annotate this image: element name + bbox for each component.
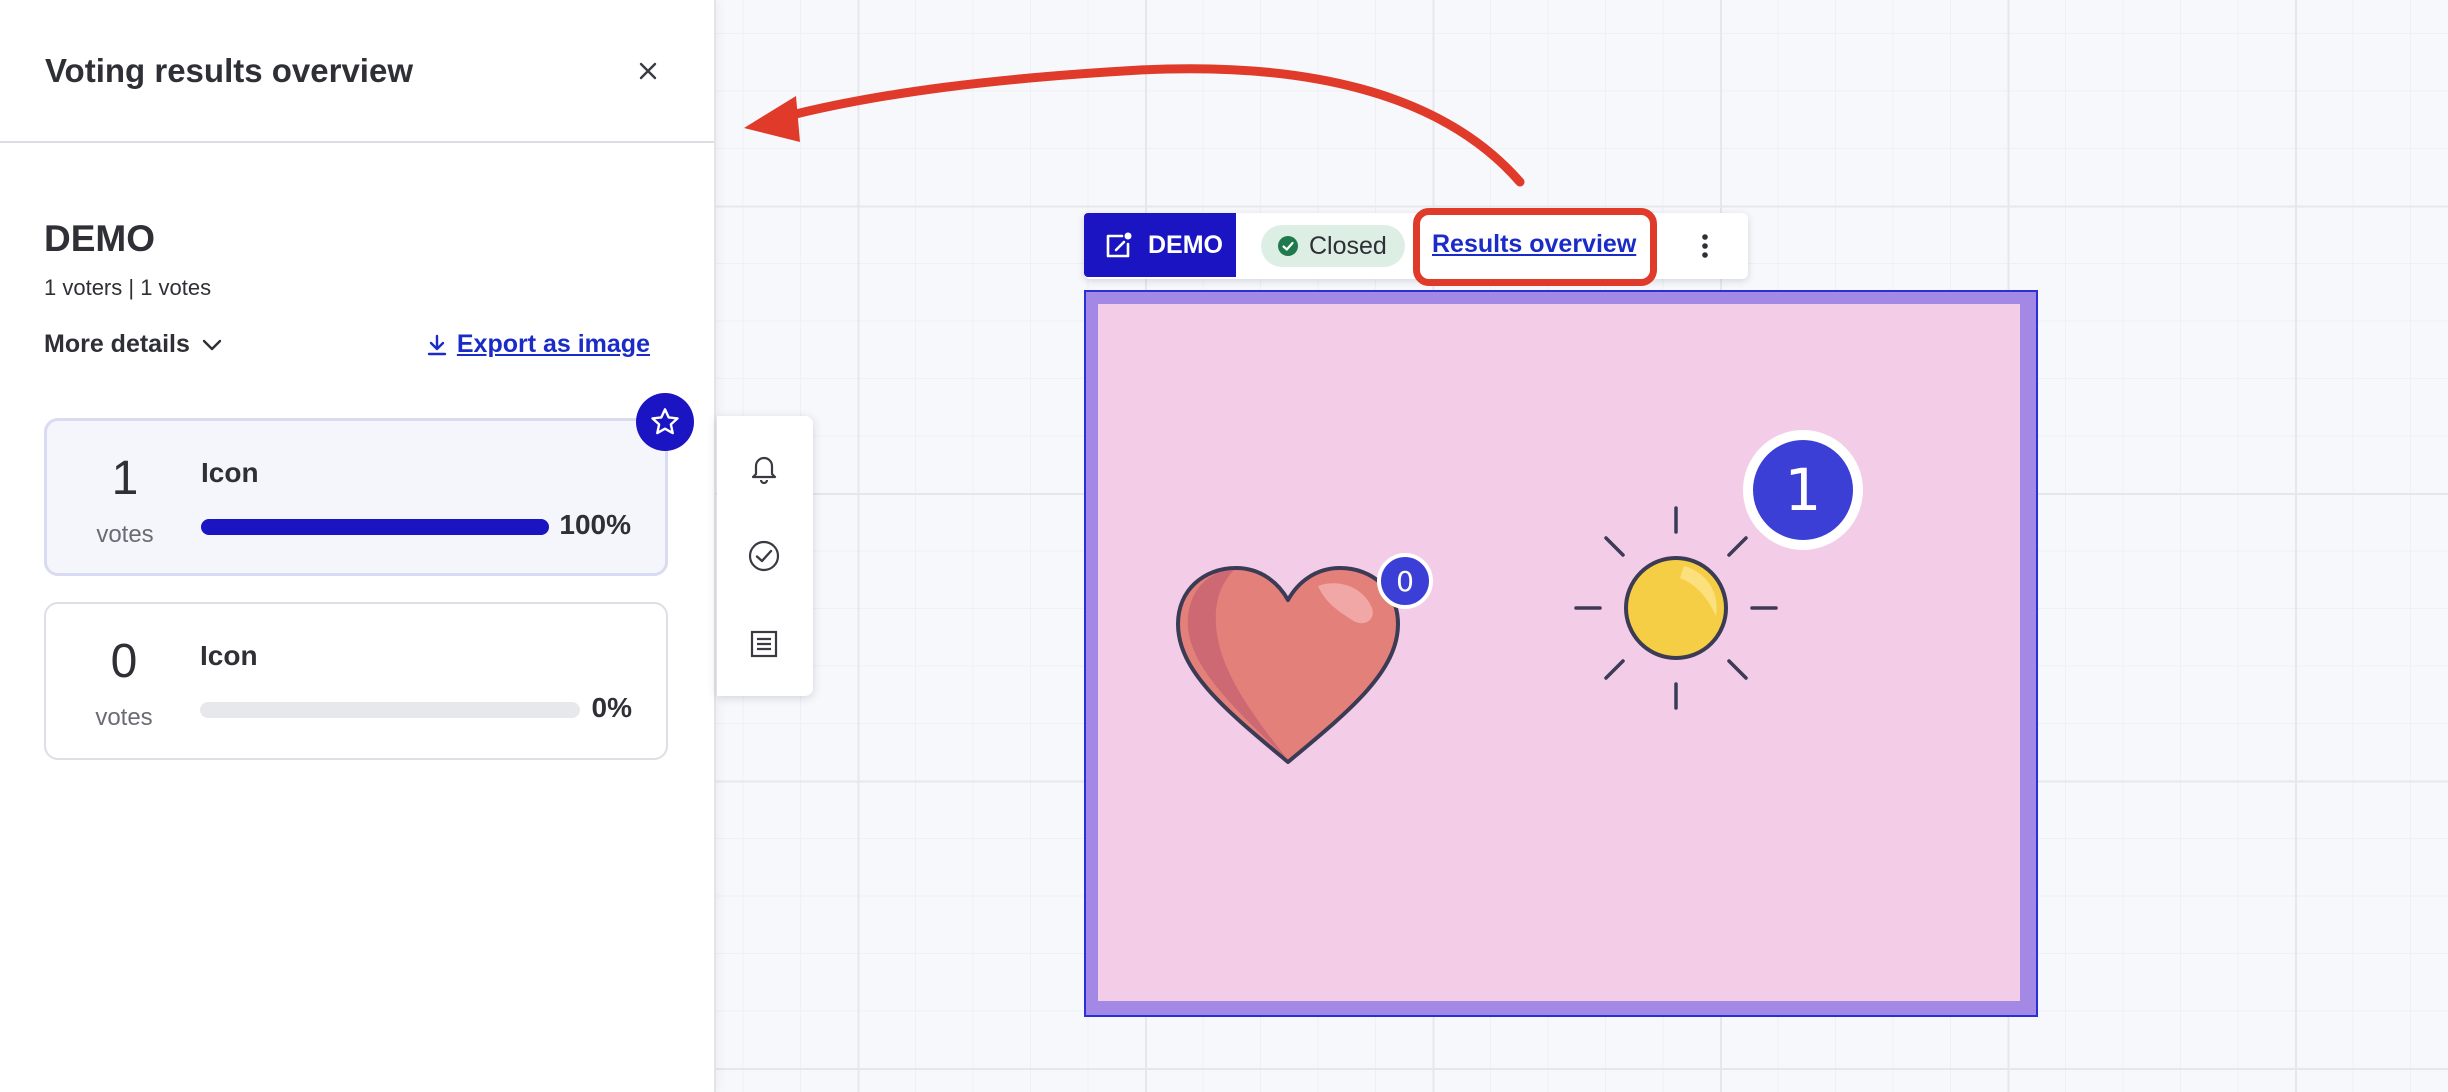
result-votes-label: votes bbox=[96, 521, 154, 548]
frame-name-tag[interactable]: DEMO bbox=[1084, 213, 1236, 277]
result-progress-bar bbox=[201, 519, 549, 535]
voting-results-panel: Voting results overview DEMO 1 voters | … bbox=[0, 0, 716, 1092]
result-progress-fill bbox=[201, 519, 549, 535]
vote-count-badge: 0 bbox=[1377, 553, 1433, 609]
close-icon bbox=[639, 62, 657, 79]
export-as-image-link[interactable]: Export as image bbox=[427, 330, 650, 359]
chevron-down-icon bbox=[202, 339, 222, 350]
result-progress-bar bbox=[200, 702, 580, 718]
result-votes-label: votes bbox=[95, 704, 153, 731]
close-button[interactable] bbox=[626, 49, 670, 93]
result-card[interactable]: 0 votes Icon 0% bbox=[44, 602, 668, 760]
bell-icon bbox=[751, 456, 777, 484]
board-name: DEMO bbox=[44, 218, 155, 259]
export-label: Export as image bbox=[456, 330, 650, 358]
status-label: Closed bbox=[1309, 231, 1387, 260]
heart-icon[interactable] bbox=[1168, 562, 1408, 772]
check-circle-icon bbox=[748, 540, 780, 572]
notes-icon bbox=[750, 630, 778, 658]
result-label: Icon bbox=[200, 640, 258, 671]
more-vertical-icon bbox=[1702, 234, 1708, 258]
annotation-highlight-box bbox=[1413, 208, 1657, 286]
download-icon bbox=[427, 334, 447, 355]
panel-header: Voting results overview bbox=[0, 0, 714, 143]
vote-count-badge: 1 bbox=[1743, 430, 1863, 550]
vote-stats: 1 voters | 1 votes bbox=[44, 275, 212, 300]
voting-complete-button[interactable] bbox=[739, 531, 789, 581]
winner-star-badge bbox=[636, 393, 694, 451]
panel-title: Voting results overview bbox=[45, 51, 413, 89]
notes-button[interactable] bbox=[739, 619, 789, 669]
result-label: Icon bbox=[201, 457, 259, 488]
result-percent: 0% bbox=[591, 692, 632, 723]
status-badge: Closed bbox=[1261, 225, 1405, 267]
more-details-toggle[interactable]: More details bbox=[44, 330, 222, 359]
star-icon bbox=[651, 408, 679, 435]
result-percent: 100% bbox=[559, 509, 631, 540]
side-toolbar bbox=[717, 416, 813, 696]
result-card[interactable]: 1 votes Icon 100% bbox=[44, 418, 668, 576]
result-count: 0 bbox=[110, 635, 138, 688]
more-options-button[interactable] bbox=[1680, 221, 1730, 271]
voting-frame[interactable]: 0 1 bbox=[1084, 290, 2038, 1017]
frame-content: 0 1 bbox=[1098, 304, 2020, 1001]
voting-frame-icon bbox=[1106, 232, 1132, 258]
more-details-label: More details bbox=[44, 330, 190, 358]
result-count: 1 bbox=[111, 452, 139, 505]
notifications-button[interactable] bbox=[739, 443, 789, 493]
check-badge-icon bbox=[1278, 236, 1298, 256]
frame-name-label: DEMO bbox=[1148, 230, 1223, 259]
